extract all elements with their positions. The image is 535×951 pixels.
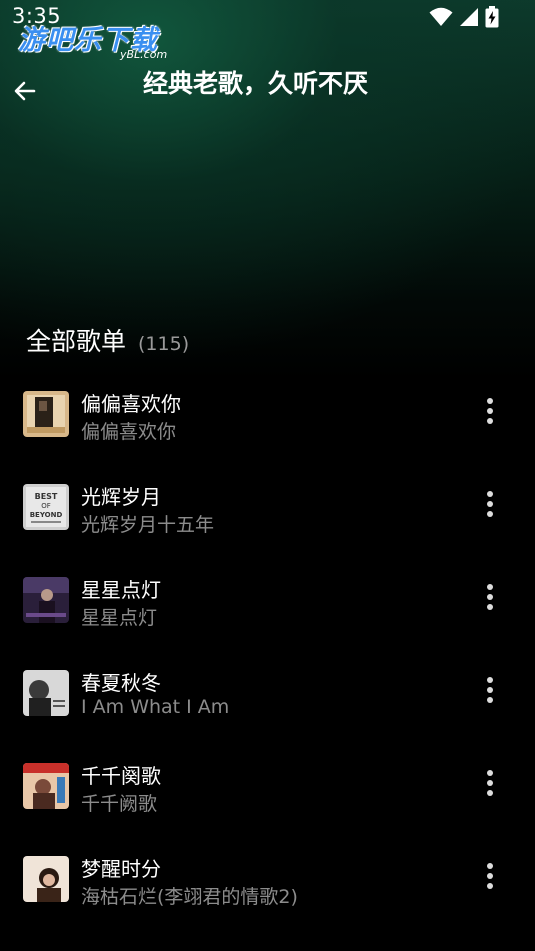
wifi-icon: [429, 7, 453, 27]
playlist-count: (115): [138, 333, 190, 355]
back-button[interactable]: [8, 76, 42, 110]
song-title: 光辉岁月: [81, 485, 161, 509]
more-vertical-icon: [486, 769, 494, 801]
playlist-list: 偏偏喜欢你 偏偏喜欢你 BEST OF BEYOND 光辉岁月 光辉岁月十五年 …: [0, 367, 535, 925]
song-title: 春夏秋冬: [81, 671, 161, 695]
song-subtitle: 海枯石烂(李翊君的情歌2): [81, 886, 298, 908]
song-title: 星星点灯: [81, 578, 161, 602]
cellular-signal-icon: [459, 7, 479, 27]
album-cover: [23, 391, 69, 437]
song-subtitle: 星星点灯: [81, 607, 158, 629]
section-title: 全部歌单: [26, 327, 127, 356]
album-cover: BEST OF BEYOND: [23, 484, 69, 530]
more-vertical-icon: [486, 676, 494, 708]
more-vertical-icon: [486, 583, 494, 615]
more-options-button[interactable]: [472, 767, 508, 803]
list-item[interactable]: 千千阕歌 千千阙歌: [0, 739, 535, 832]
list-item[interactable]: 星星点灯 星星点灯: [0, 553, 535, 646]
more-options-button[interactable]: [472, 581, 508, 617]
song-subtitle: I Am What I Am: [81, 696, 230, 718]
status-icons: [429, 6, 499, 28]
list-item[interactable]: 梦醒时分 海枯石烂(李翊君的情歌2): [0, 832, 535, 925]
more-options-button[interactable]: [472, 860, 508, 896]
song-subtitle: 偏偏喜欢你: [81, 421, 177, 443]
svg-text:OF: OF: [41, 502, 51, 510]
list-item[interactable]: 偏偏喜欢你 偏偏喜欢你: [0, 367, 535, 460]
playlist-screen: 3:35 游吧乐下载 yBL.com 经典老歌，久听不厌 全部歌单 (115) …: [0, 0, 535, 951]
list-item[interactable]: BEST OF BEYOND 光辉岁月 光辉岁月十五年: [0, 460, 535, 553]
song-subtitle: 光辉岁月十五年: [81, 514, 215, 536]
svg-text:BEYOND: BEYOND: [30, 511, 63, 519]
song-subtitle: 千千阙歌: [81, 793, 158, 815]
more-vertical-icon: [486, 490, 494, 522]
more-options-button[interactable]: [472, 395, 508, 431]
page-title: 经典老歌，久听不厌: [143, 69, 369, 98]
more-options-button[interactable]: [472, 674, 508, 710]
list-item[interactable]: 春夏秋冬 I Am What I Am: [0, 646, 535, 739]
album-cover: [23, 856, 69, 902]
watermark-logo: 游吧乐下载 yBL.com: [18, 18, 188, 66]
arrow-left-icon: [12, 78, 38, 108]
song-title: 梦醒时分: [81, 857, 161, 881]
watermark-domain: yBL.com: [120, 48, 168, 61]
battery-charging-icon: [485, 6, 499, 28]
more-options-button[interactable]: [472, 488, 508, 524]
song-title: 千千阕歌: [81, 764, 161, 788]
album-cover: [23, 670, 69, 716]
song-title: 偏偏喜欢你: [81, 392, 181, 416]
album-cover: [23, 763, 69, 809]
album-cover: [23, 577, 69, 623]
section-header: 全部歌单 (115): [26, 322, 189, 358]
svg-text:BEST: BEST: [35, 492, 58, 501]
more-vertical-icon: [486, 862, 494, 894]
more-vertical-icon: [486, 397, 494, 429]
